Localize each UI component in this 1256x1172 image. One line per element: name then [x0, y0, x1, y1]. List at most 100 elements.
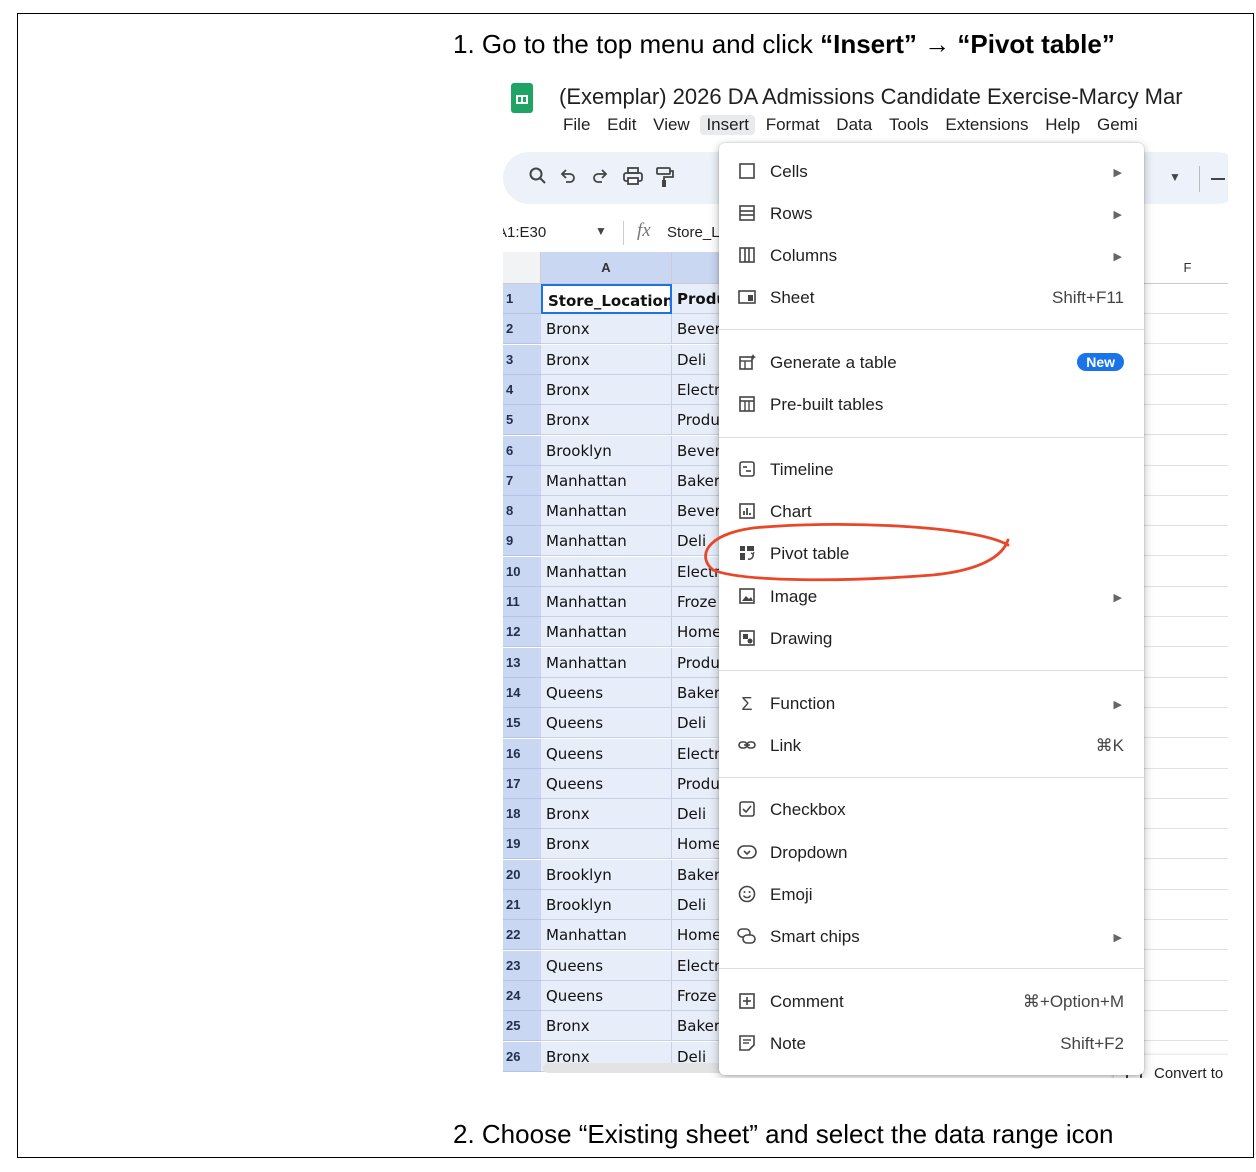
menu-item-sheet[interactable]: Sheet Shift+F11 [719, 279, 1144, 319]
cell-store-location[interactable]: Manhattan [541, 465, 672, 496]
row-number[interactable]: 1 [503, 284, 541, 314]
menu-gemini[interactable]: Gemi [1097, 115, 1138, 135]
menu-item-checkbox[interactable]: Checkbox [719, 791, 1144, 831]
row-number[interactable]: 13 [503, 647, 541, 678]
menu-item-columns[interactable]: Columns ▶ [719, 237, 1144, 277]
menu-data[interactable]: Data [836, 115, 872, 135]
row-number[interactable]: 10 [503, 556, 541, 587]
row-number[interactable]: 16 [503, 738, 541, 769]
cell-store-location[interactable]: Bronx [541, 1011, 672, 1042]
menu-item-drawing[interactable]: Drawing [719, 620, 1144, 660]
row-number[interactable]: 14 [503, 677, 541, 708]
row-number[interactable]: 17 [503, 768, 541, 799]
print-icon[interactable] [622, 166, 644, 192]
formula-input[interactable]: Store_L [667, 224, 720, 241]
paint-format-icon[interactable] [655, 166, 675, 194]
row-number[interactable]: 9 [503, 526, 541, 557]
cell-store-location[interactable]: Bronx [541, 799, 672, 830]
cell-store-location[interactable]: Queens [541, 980, 672, 1011]
row-number[interactable]: 25 [503, 1011, 541, 1042]
undo-icon[interactable] [558, 166, 578, 192]
cell-store-location[interactable]: Queens [541, 950, 672, 981]
cell-store-location[interactable]: Bronx [541, 405, 672, 436]
redo-icon[interactable] [590, 166, 610, 192]
gridline [1143, 919, 1228, 920]
shortcut-cmd-k: ⌘K [1095, 736, 1124, 755]
row-number[interactable]: 6 [503, 435, 541, 466]
cell-store-location[interactable]: Queens [541, 708, 672, 739]
cell-store-location[interactable]: Store_Location [541, 284, 672, 314]
cell-store-location[interactable]: Brooklyn [541, 890, 672, 920]
menu-item-prebuilt-tables[interactable]: Pre-built tables [719, 386, 1144, 426]
cell-store-location[interactable]: Bronx [541, 829, 672, 860]
menu-item-emoji[interactable]: Emoji [719, 876, 1144, 916]
menu-insert[interactable]: Insert [700, 115, 755, 135]
menu-item-function[interactable]: Σ Function ▶ [719, 685, 1144, 725]
row-number[interactable]: 23 [503, 950, 541, 981]
menu-item-comment[interactable]: Comment ⌘+Option+M [719, 983, 1144, 1023]
cell-store-location[interactable]: Brooklyn [541, 435, 672, 466]
menu-item-smart-chips[interactable]: Smart chips ▶ [719, 918, 1144, 958]
name-box[interactable]: A1:E30 [503, 224, 546, 241]
minus-icon[interactable] [1211, 178, 1225, 180]
menu-item-cells[interactable]: Cells ▶ [719, 153, 1144, 193]
cell-store-location[interactable]: Queens [541, 677, 672, 708]
cell-store-location[interactable]: Bronx [541, 314, 672, 345]
row-number[interactable]: 21 [503, 890, 541, 920]
document-title[interactable]: (Exemplar) 2026 DA Admissions Candidate … [559, 84, 1183, 110]
row-number[interactable]: 20 [503, 859, 541, 890]
menu-extensions[interactable]: Extensions [945, 115, 1028, 135]
row-number[interactable]: 3 [503, 344, 541, 375]
menu-item-note[interactable]: Note Shift+F2 [719, 1025, 1144, 1065]
menu-item-chart[interactable]: Chart [719, 493, 1144, 533]
menu-tools[interactable]: Tools [889, 115, 929, 135]
menu-item-pivot-table[interactable]: Pivot table [719, 535, 1144, 575]
menu-view[interactable]: View [653, 115, 690, 135]
cell-store-location[interactable]: Manhattan [541, 526, 672, 557]
cell-store-location[interactable]: Brooklyn [541, 859, 672, 890]
row-number[interactable]: 11 [503, 587, 541, 617]
row-number[interactable]: 18 [503, 799, 541, 830]
menu-item-dropdown[interactable]: Dropdown [719, 834, 1144, 874]
menu-edit[interactable]: Edit [607, 115, 636, 135]
row-number[interactable]: 24 [503, 980, 541, 1011]
cell-store-location[interactable]: Manhattan [541, 496, 672, 527]
row-number[interactable]: 19 [503, 829, 541, 860]
cell-store-location[interactable]: Queens [541, 768, 672, 799]
cell-store-location[interactable]: Queens [541, 738, 672, 769]
select-all-corner[interactable] [503, 252, 541, 284]
menu-file[interactable]: File [563, 115, 590, 135]
row-number[interactable]: 22 [503, 920, 541, 951]
dropdown-caret-icon[interactable]: ▼ [1169, 170, 1181, 184]
cell-store-location[interactable]: Manhattan [541, 617, 672, 648]
cell-store-location[interactable]: Manhattan [541, 587, 672, 617]
menu-format[interactable]: Format [766, 115, 820, 135]
menu-item-cells-label: Cells [770, 162, 808, 181]
cell-store-location[interactable]: Bronx [541, 374, 672, 405]
row-number[interactable]: 15 [503, 708, 541, 739]
row-number[interactable]: 7 [503, 465, 541, 496]
row-number[interactable]: 26 [503, 1041, 541, 1072]
menu-item-timeline[interactable]: Timeline [719, 451, 1144, 491]
column-header-a[interactable]: A [541, 252, 672, 284]
name-box-caret-icon[interactable]: ▼ [595, 224, 607, 238]
menu-item-rows[interactable]: Rows ▶ [719, 195, 1144, 235]
menu-divider [719, 437, 1144, 438]
column-header-f[interactable]: F [1143, 252, 1228, 284]
search-icon[interactable] [528, 166, 548, 192]
menu-item-image[interactable]: Image ▶ [719, 578, 1144, 618]
menu-item-link[interactable]: Link ⌘K [719, 727, 1144, 767]
cell-store-location[interactable]: Bronx [541, 344, 672, 375]
row-number[interactable]: 8 [503, 496, 541, 527]
cell-store-location[interactable]: Manhattan [541, 647, 672, 678]
menu-help[interactable]: Help [1045, 115, 1080, 135]
menu-item-generate-table[interactable]: Generate a table New [719, 344, 1144, 384]
menu-divider [719, 777, 1144, 778]
row-number[interactable]: 2 [503, 314, 541, 345]
row-number[interactable]: 4 [503, 374, 541, 405]
cell-store-location[interactable]: Manhattan [541, 920, 672, 951]
row-number[interactable]: 12 [503, 617, 541, 648]
cell-store-location[interactable]: Manhattan [541, 556, 672, 587]
row-number[interactable]: 5 [503, 405, 541, 436]
sheets-logo-icon[interactable] [511, 83, 533, 113]
